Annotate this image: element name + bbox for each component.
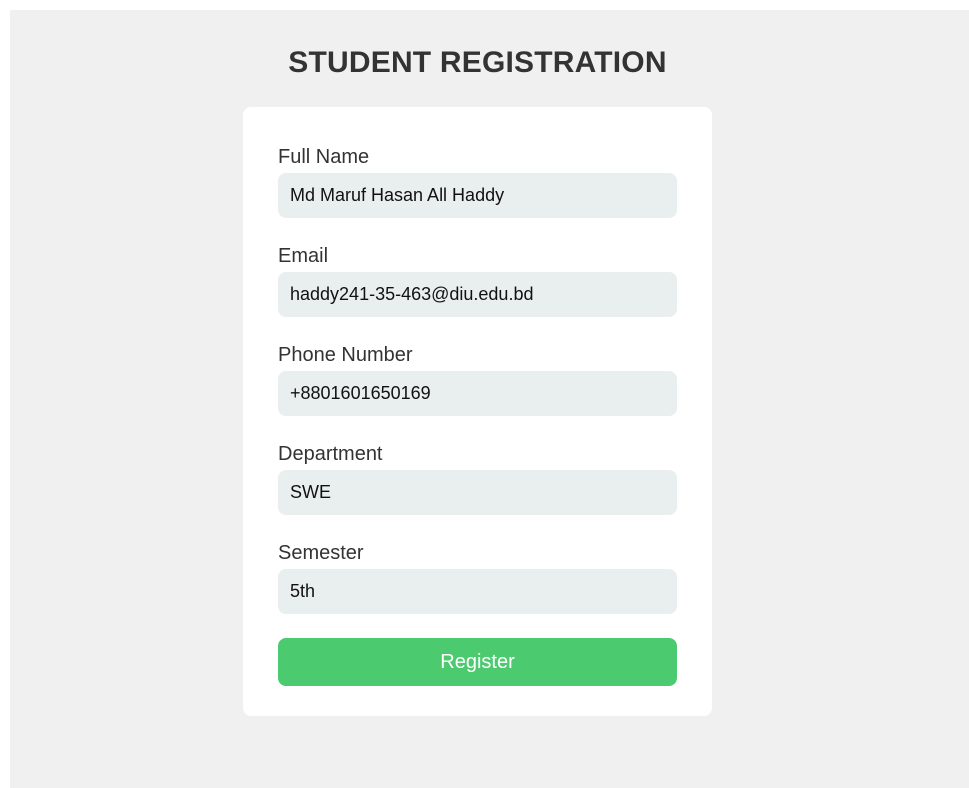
full-name-label: Full Name — [278, 146, 370, 168]
department-input[interactable] — [278, 470, 677, 515]
phone-number-input[interactable] — [278, 371, 677, 416]
department-field-group: Department — [278, 442, 677, 515]
email-input[interactable] — [278, 272, 677, 317]
full-name-input[interactable] — [278, 173, 677, 218]
semester-input[interactable] — [278, 569, 677, 614]
email-field-group: Email — [278, 244, 677, 317]
semester-field-group: Semester — [278, 541, 677, 614]
semester-label: Semester — [278, 542, 364, 564]
page-title: STUDENT REGISTRATION — [288, 46, 667, 79]
phone-field-group: Phone Number — [278, 343, 677, 416]
email-label: Email — [278, 245, 329, 267]
full-name-field-group: Full Name — [278, 145, 677, 218]
phone-number-label: Phone Number — [278, 344, 413, 366]
department-label: Department — [278, 443, 383, 465]
register-button[interactable]: Register — [278, 638, 677, 686]
registration-form: Full Name Email Phone Number Department … — [243, 107, 712, 716]
page-background: STUDENT REGISTRATION Full Name Email Pho… — [10, 10, 969, 788]
